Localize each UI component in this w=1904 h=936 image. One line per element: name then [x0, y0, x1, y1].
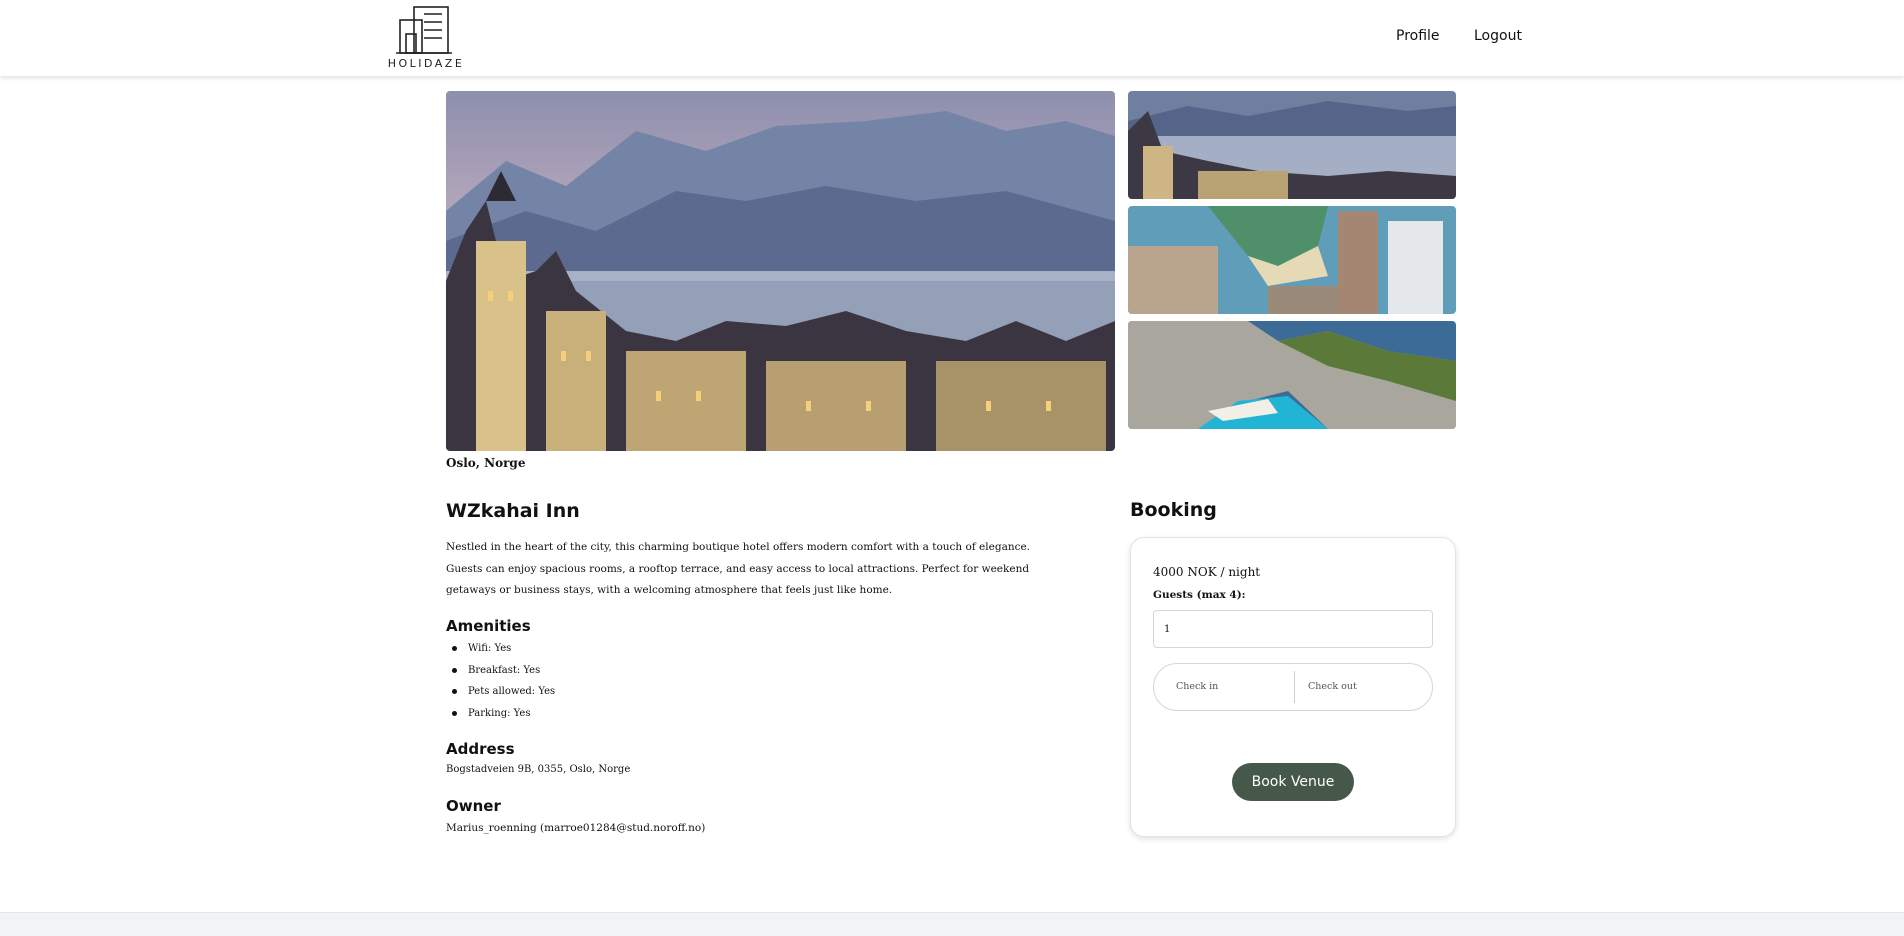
venue-description: Nestled in the heart of the city, this c… [446, 541, 1031, 596]
coastal-city-beach-thumbnail [1128, 206, 1456, 314]
amenities-list: Wifi: Yes Breakfast: Yes Pets allowed: Y… [446, 639, 555, 726]
date-range-picker: Check in Check out [1153, 663, 1433, 711]
venue-thumbnail-2[interactable] [1128, 206, 1456, 314]
amenity-item: Breakfast: Yes [446, 661, 555, 683]
venue-main-image[interactable] [446, 91, 1115, 451]
address-heading: Address [446, 740, 515, 758]
booking-heading: Booking [1130, 499, 1217, 521]
guests-input[interactable] [1153, 610, 1433, 648]
amenity-item: Parking: Yes [446, 704, 555, 726]
venue-address: Bogstadveien 9B, 0355, Oslo, Norge [446, 764, 631, 775]
guests-label: Guests (max 4): [1153, 589, 1246, 601]
owner-heading: Owner [446, 797, 501, 815]
booking-card: 4000 NOK / night Guests (max 4): Check i… [1130, 537, 1456, 837]
cliff-cove-beach-thumbnail [1128, 321, 1456, 429]
venue-title: WZkahai Inn [446, 500, 580, 522]
building-logo-icon [396, 6, 452, 54]
castle-lake-thumbnail [1128, 91, 1456, 199]
holidaze-logo[interactable]: HOLIDAZE [386, 4, 466, 70]
site-header: HOLIDAZE Profile Logout [0, 0, 1904, 76]
venue-thumbnail-1[interactable] [1128, 91, 1456, 199]
venue-owner: Marius_roenning (marroe01284@stud.noroff… [446, 822, 706, 834]
venue-thumbnail-3[interactable] [1128, 321, 1456, 429]
nav-logout-link[interactable]: Logout [1474, 28, 1522, 44]
venue-location: Oslo, Norge [446, 456, 526, 470]
price-per-night: 4000 NOK / night [1153, 565, 1261, 579]
amenity-item: Pets allowed: Yes [446, 682, 555, 704]
nav-profile-link[interactable]: Profile [1396, 28, 1440, 44]
logo-text: HOLIDAZE [387, 57, 465, 70]
book-venue-button[interactable]: Book Venue [1232, 763, 1354, 801]
check-out-field[interactable]: Check out [1308, 664, 1418, 710]
amenities-heading: Amenities [446, 617, 531, 635]
castle-lake-mountains-image [446, 91, 1115, 451]
site-footer [0, 912, 1904, 936]
date-divider [1294, 671, 1295, 703]
amenity-item: Wifi: Yes [446, 639, 555, 661]
check-in-field[interactable]: Check in [1176, 664, 1286, 710]
